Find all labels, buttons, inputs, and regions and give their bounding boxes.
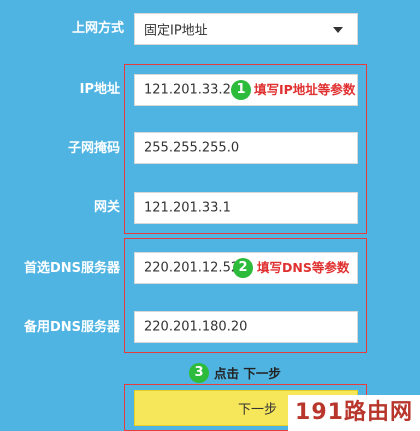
gateway-label: 网关 [93,200,120,215]
next-button-label: 下一步 [238,402,278,418]
ip-address-value: 121.201.33.20 [144,82,240,98]
secondary-dns-value: 220.201.180.20 [144,319,248,335]
step-1-note: 填写IP地址等参数 [254,82,356,97]
connection-type-label: 上网方式 [71,21,124,36]
primary-dns-label: 首选DNS服务器 [23,261,120,276]
step-3-badge: 3 [189,363,209,383]
subnet-mask-input[interactable]: 255.255.255.0 [134,132,358,164]
subnet-mask-label: 子网掩码 [67,141,120,156]
step-1-badge: 1 [231,80,251,100]
step-2-badge: 2 [233,258,253,278]
subnet-mask-value: 255.255.255.0 [144,140,240,156]
primary-dns-value: 220.201.12.52 [144,260,240,276]
connection-type-value: 固定IP地址 [144,23,208,39]
chevron-down-icon [333,27,343,33]
ip-address-label: IP地址 [79,82,120,97]
connection-type-select[interactable]: 固定IP地址 [134,13,358,45]
step-3-note: 点击 下一步 [214,366,281,381]
secondary-dns-input[interactable]: 220.201.180.20 [134,311,358,343]
secondary-dns-label: 备用DNS服务器 [23,320,120,335]
step-2-note: 填写DNS等参数 [257,260,350,275]
gateway-input[interactable]: 121.201.33.1 [134,192,358,224]
gateway-value: 121.201.33.1 [144,200,231,216]
site-watermark: 191路由网 [288,395,420,431]
